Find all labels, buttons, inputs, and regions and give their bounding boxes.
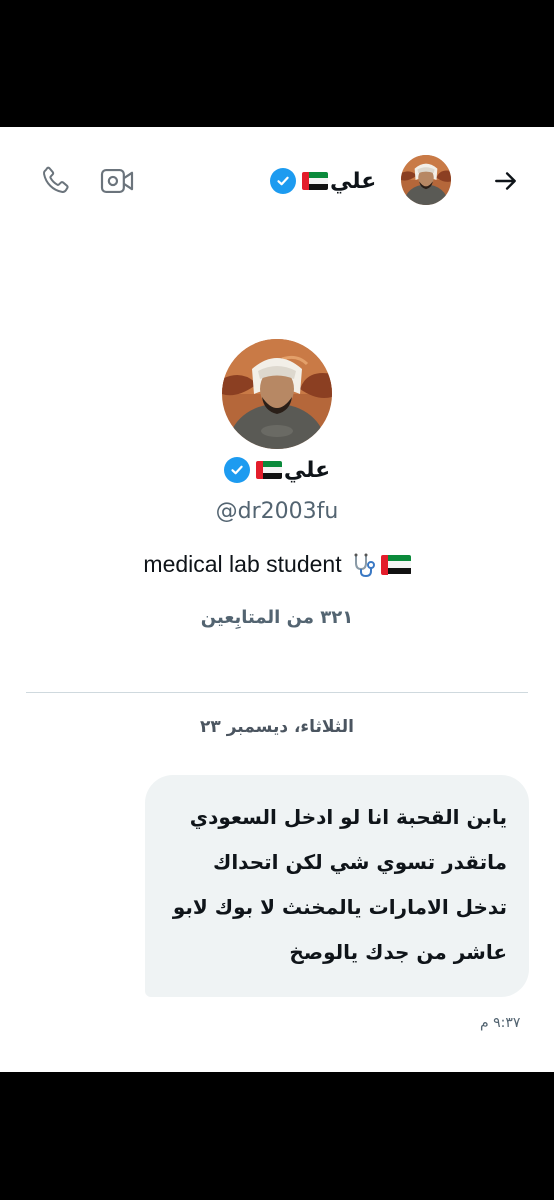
uae-flag-icon (380, 554, 411, 575)
divider (26, 692, 528, 693)
profile-avatar[interactable] (222, 339, 332, 449)
avatar[interactable] (401, 155, 451, 205)
message-bubble[interactable]: يابن القحبة انا لو ادخل السعودي ماتقدر ت… (145, 775, 529, 997)
conversation-header: علي (0, 127, 554, 231)
phone-icon[interactable] (34, 161, 76, 201)
video-camera-icon[interactable] (96, 161, 138, 201)
status-bar-area (0, 0, 554, 127)
stethoscope-icon (350, 552, 378, 578)
bio-text: medical lab student (143, 551, 342, 577)
arrow-right-icon[interactable] (486, 162, 526, 200)
message-line: يابن القحبة انا لو ادخل السعودي (189, 805, 507, 829)
dm-conversation-screen: علي علي @dr2003fu medical lab student ٣٢… (0, 127, 554, 1072)
header-name-text: علي (330, 168, 377, 194)
uae-flag-icon (302, 172, 328, 190)
date-separator: الثلاثاء، ديسمبر ٢٣ (200, 717, 354, 737)
verified-badge-icon (223, 457, 250, 483)
message-line: تدخل الامارات يالمخنث لا بوك لابو (172, 895, 507, 919)
header-contact-name[interactable]: علي (270, 161, 376, 201)
message-timestamp: ٩:٣٧ م (480, 1015, 521, 1031)
profile-handle: @dr2003fu (215, 499, 339, 524)
profile-name: علي (0, 457, 554, 483)
profile-name-text: علي (283, 457, 331, 483)
message-line: ماتقدر تسوي شي لكن اتحداك (212, 850, 507, 874)
bottom-black-area (0, 1072, 554, 1200)
uae-flag-icon (255, 461, 282, 479)
verified-badge-icon (270, 168, 296, 194)
followers-count[interactable]: ٣٢١ من المتابِعين (0, 607, 554, 628)
profile-bio: medical lab student (0, 551, 554, 578)
message-line: عاشر من جدك يالوصخ (289, 940, 507, 964)
